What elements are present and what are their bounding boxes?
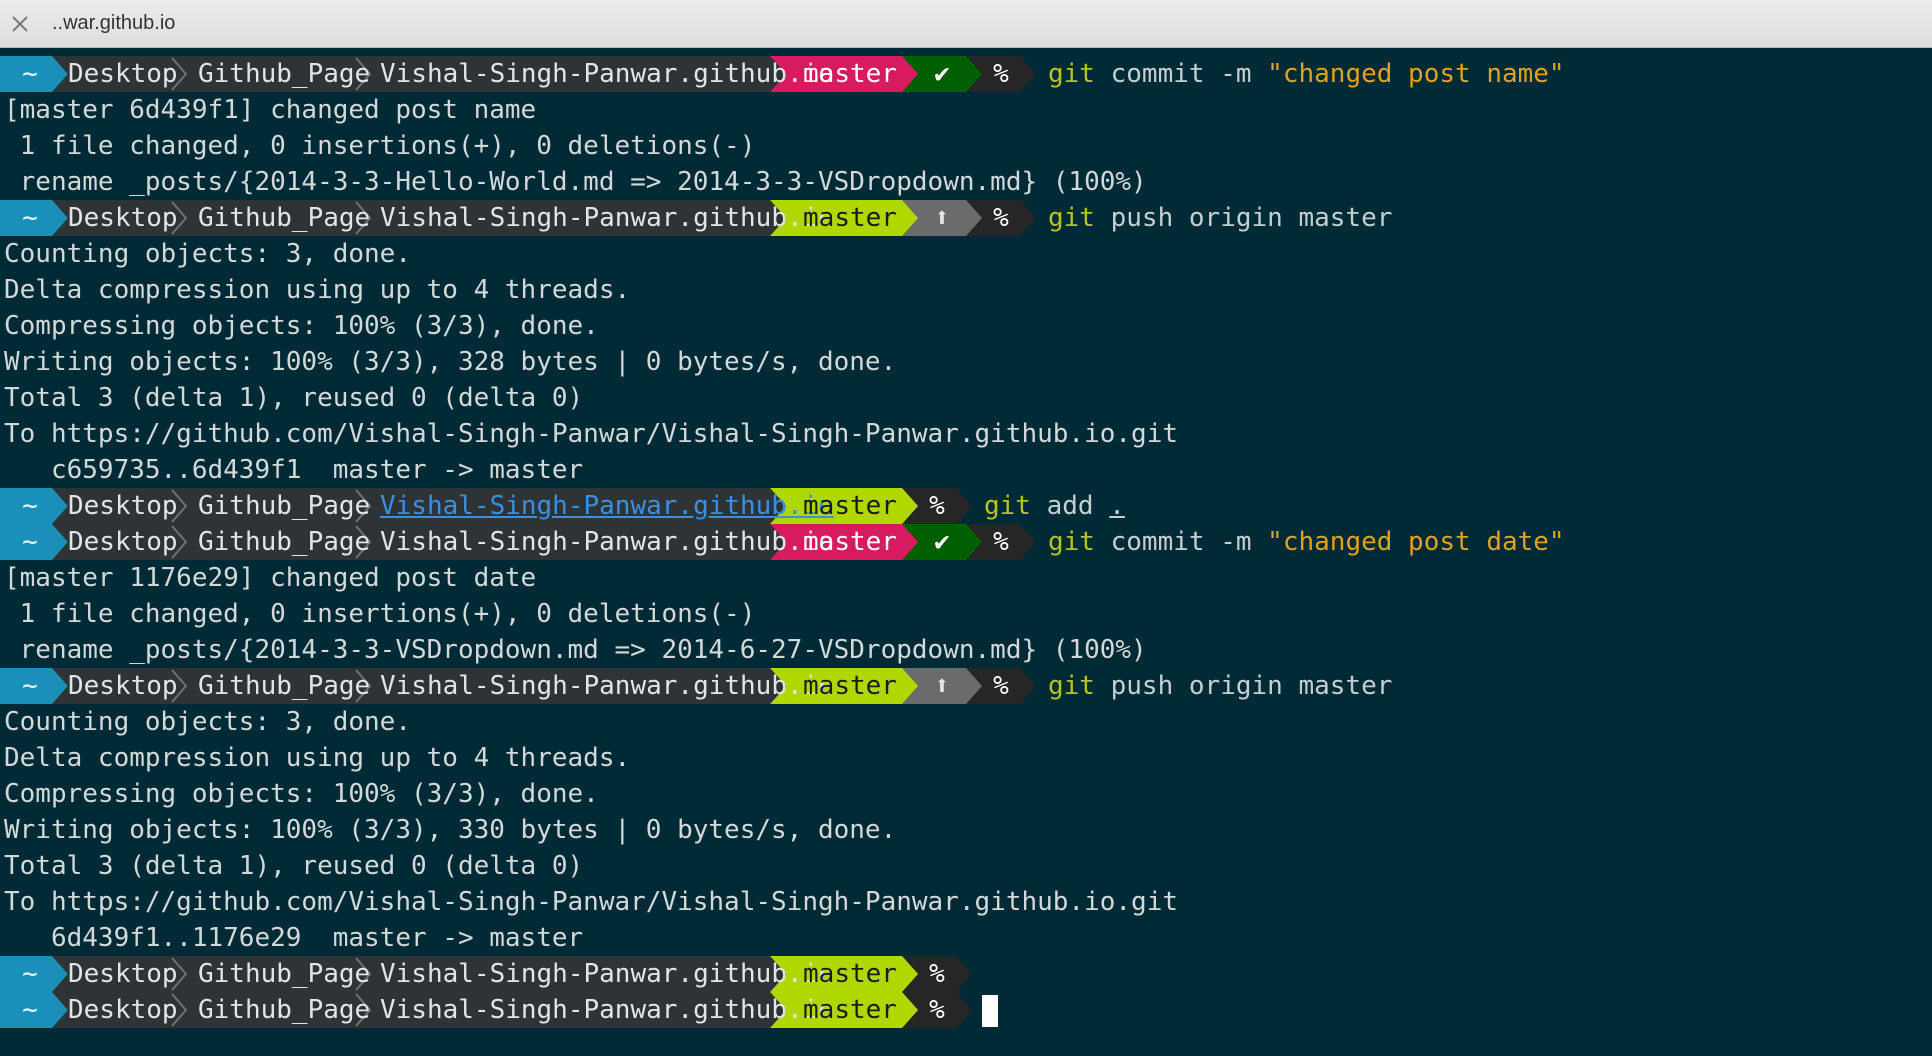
tab-title[interactable]: ..war.github.io [52,12,175,35]
path-segment: Desktop [68,491,178,521]
home-segment: ~ [22,527,38,557]
command-args: push origin master [1110,203,1393,233]
branch-segment: master [803,527,897,557]
command-string: "changed post date" [1267,527,1565,557]
output-line: Counting objects: 3, done. [4,707,411,737]
prompt-line: ~ Desktop Github_Page Vishal-Singh-Panwar.g… [0,200,1932,236]
prompt-line: ~ Desktop Github_Page Vishal-Singh-Panwar.g… [0,56,1932,92]
path-segment: Vishal-Singh-Panwar.github.io [380,995,834,1025]
tab-bar: ..war.github.io [0,0,1932,48]
path-segment: Desktop [68,995,178,1025]
path-segment: Github_Page [198,59,371,89]
close-icon[interactable] [10,14,30,34]
prompt-line: ~ Desktop Github_Page Vishal-Singh-Panwar.g… [0,992,1932,1028]
command-args: add [1046,491,1110,521]
path-segment: Github_Page [198,959,371,989]
prompt-symbol: % [993,671,1009,701]
path-segment: Vishal-Singh-Panwar.github.io [380,959,834,989]
output-line: c659735..6d439f1 master -> master [4,455,584,485]
prompt-line: ~ Desktop Github_Page Vishal-Singh-Panwar.g… [0,524,1932,560]
output-line: [master 6d439f1] changed post name [4,95,537,125]
command-text: git commit -m "changed post name" [1048,56,1565,92]
command-args: commit -m [1110,59,1268,89]
path-segment[interactable]: Vishal-Singh-Panwar.github.io [380,488,834,524]
home-segment: ~ [22,59,38,89]
output-line: To https://github.com/Vishal-Singh-Panwa… [4,419,1178,449]
output-line: 6d439f1..1176e29 master -> master [4,923,584,953]
check-icon: ✔ [934,527,950,557]
output-line: Writing objects: 100% (3/3), 330 bytes |… [4,815,897,845]
command-bin: git [1048,203,1095,233]
prompt-symbol: % [929,959,945,989]
prompt-symbol: % [929,491,945,521]
home-segment: ~ [22,959,38,989]
output-line: To https://github.com/Vishal-Singh-Panwa… [4,887,1178,917]
output-line: 1 file changed, 0 insertions(+), 0 delet… [4,599,756,629]
path-segment: Github_Page [198,995,371,1025]
terminal-output[interactable]: ~ Desktop Github_Page Vishal-Singh-Panwar.g… [0,52,1932,1056]
branch-segment: master [803,491,897,521]
command-text: git push origin master [1048,200,1392,236]
command-bin: git [1048,59,1095,89]
prompt-line: ~ Desktop Github_Page Vishal-Singh-Panwar.g… [0,488,1932,524]
command-args: push origin master [1110,671,1393,701]
output-line: Writing objects: 100% (3/3), 328 bytes |… [4,347,897,377]
path-segment: Desktop [68,671,178,701]
branch-segment: master [803,959,897,989]
prompt-symbol: % [993,203,1009,233]
command-arg-dot: . [1109,491,1125,521]
output-line: Compressing objects: 100% (3/3), done. [4,311,599,341]
prompt-symbol: % [993,527,1009,557]
output-line: Delta compression using up to 4 threads. [4,743,631,773]
home-segment: ~ [22,671,38,701]
path-segment: Vishal-Singh-Panwar.github.io [380,671,834,701]
branch-segment: master [803,59,897,89]
path-segment: Vishal-Singh-Panwar.github.io [380,59,834,89]
command-text: git push origin master [1048,668,1392,704]
path-segment: Github_Page [198,527,371,557]
output-line: Total 3 (delta 1), reused 0 (delta 0) [4,383,584,413]
branch-segment: master [803,995,897,1025]
command-bin: git [1048,671,1095,701]
path-segment: Desktop [68,203,178,233]
check-icon: ✔ [934,59,950,89]
output-line: rename _posts/{2014-3-3-Hello-World.md =… [4,167,1147,197]
output-line: Counting objects: 3, done. [4,239,411,269]
path-segment: Github_Page [198,671,371,701]
command-string: "changed post name" [1267,59,1565,89]
command-text: git commit -m "changed post date" [1048,524,1565,560]
path-segment: Github_Page [198,203,371,233]
command-text: git add . [984,488,1125,524]
output-line: [master 1176e29] changed post date [4,563,537,593]
command-args: commit -m [1110,527,1268,557]
command-bin: git [1048,527,1095,557]
output-line: 1 file changed, 0 insertions(+), 0 delet… [4,131,756,161]
home-segment: ~ [22,995,38,1025]
branch-segment: master [803,671,897,701]
terminal-cursor[interactable] [982,995,998,1027]
branch-segment: master [803,203,897,233]
prompt-line: ~ Desktop Github_Page Vishal-Singh-Panwar.g… [0,956,1932,992]
output-line: Total 3 (delta 1), reused 0 (delta 0) [4,851,584,881]
path-segment: Desktop [68,527,178,557]
path-segment: Vishal-Singh-Panwar.github.io [380,203,834,233]
command-bin: git [984,491,1031,521]
prompt-symbol: % [993,59,1009,89]
path-segment: Vishal-Singh-Panwar.github.io [380,527,834,557]
prompt-symbol: % [929,995,945,1025]
path-segment: Desktop [68,59,178,89]
path-segment: Desktop [68,959,178,989]
home-segment: ~ [22,491,38,521]
prompt-line: ~ Desktop Github_Page Vishal-Singh-Panwar.g… [0,668,1932,704]
up-arrow-icon: ⬆ [934,671,950,701]
path-segment: Github_Page [198,491,371,521]
output-line: rename _posts/{2014-3-3-VSDropdown.md =>… [4,635,1147,665]
home-segment: ~ [22,203,38,233]
up-arrow-icon: ⬆ [934,203,950,233]
output-line: Delta compression using up to 4 threads. [4,275,631,305]
output-line: Compressing objects: 100% (3/3), done. [4,779,599,809]
